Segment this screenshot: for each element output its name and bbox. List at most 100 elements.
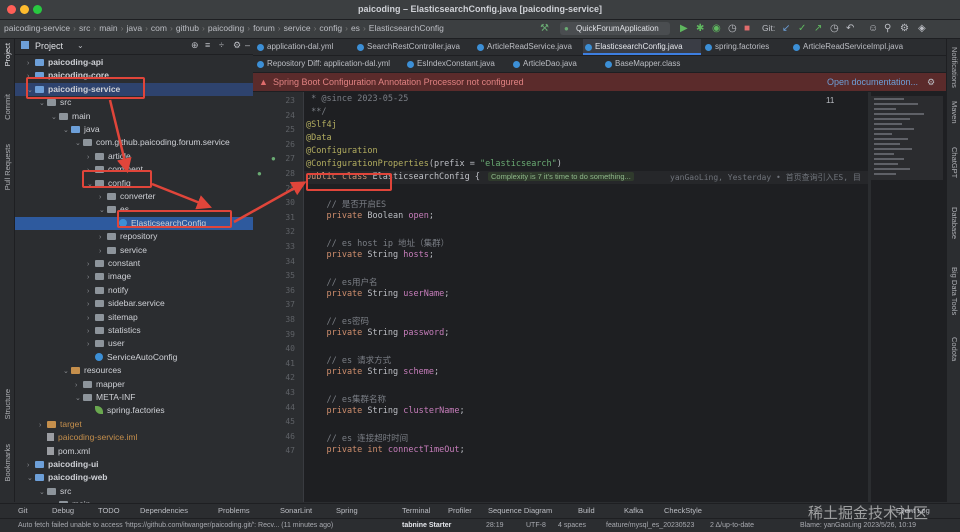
project-tool-tab[interactable]: Project <box>3 43 12 66</box>
locate-icon[interactable]: ⊕ <box>191 40 199 51</box>
tree-node[interactable]: › target <box>15 418 253 431</box>
code-line[interactable]: @ConfigurationProperties(prefix = "elast… <box>306 159 562 169</box>
run-icon[interactable]: ▶ <box>680 23 688 34</box>
tool-window-button[interactable]: Git <box>18 504 28 518</box>
tree-expand-arrow-icon[interactable]: › <box>99 245 107 258</box>
tree-node[interactable]: › image <box>15 270 253 283</box>
editor-tab[interactable]: ArticleReadServiceImpl.java <box>791 39 953 55</box>
banner-settings-icon[interactable]: ⚙ <box>927 73 935 91</box>
tree-node[interactable]: ⌄ main <box>15 110 253 123</box>
editor-tab[interactable]: ArticleReadService.java <box>475 39 593 55</box>
tree-node[interactable]: pom.xml <box>15 445 253 458</box>
tree-expand-arrow-icon[interactable]: ⌄ <box>99 204 107 217</box>
tree-node[interactable]: ServiceAutoConfig <box>15 351 253 364</box>
commit-tool-tab[interactable]: Commit <box>3 94 12 120</box>
tool-window-button[interactable]: Dependencies <box>140 504 188 518</box>
breadcrumb-item[interactable]: java <box>126 23 142 33</box>
tree-expand-arrow-icon[interactable]: › <box>27 57 35 70</box>
code-line[interactable]: // es 连接超时时间 <box>306 432 408 444</box>
inspection-count[interactable]: 11 <box>826 96 834 105</box>
pull-requests-tool-tab[interactable]: Pull Requests <box>3 144 12 190</box>
bookmarks-tool-tab[interactable]: Bookmarks <box>3 444 12 482</box>
tree-node[interactable]: ⌄ META-INF <box>15 391 253 404</box>
breadcrumb-item[interactable]: main <box>99 23 117 33</box>
code-line[interactable]: // 是否开启ES <box>306 198 386 210</box>
tool-window-button[interactable]: Kafka <box>624 504 643 518</box>
structure-tool-tab[interactable]: Structure <box>3 389 12 419</box>
editor-tab[interactable]: SearchRestController.java <box>355 39 485 55</box>
tree-expand-arrow-icon[interactable]: › <box>39 419 47 432</box>
collapse-icon[interactable]: ≡ <box>205 40 210 50</box>
tree-node[interactable]: › user <box>15 337 253 350</box>
code-line[interactable]: * @since 2023-05-25 <box>306 94 408 104</box>
git-commit-icon[interactable]: ✓ <box>798 23 806 34</box>
breadcrumb-item[interactable]: es <box>351 23 360 33</box>
expand-icon[interactable]: ÷ <box>219 40 224 50</box>
debug-icon[interactable]: ✱ <box>696 23 704 34</box>
code-line[interactable]: private String password; <box>306 328 449 338</box>
tree-expand-arrow-icon[interactable]: › <box>99 231 107 244</box>
code-line[interactable]: // es集群名称 <box>306 393 386 405</box>
tool-window-button[interactable]: CheckStyle <box>664 504 702 518</box>
code-line[interactable]: @Slf4j <box>306 120 337 130</box>
status-message[interactable]: Auto fetch failed unable to access 'http… <box>18 519 333 532</box>
tree-expand-arrow-icon[interactable]: ⌄ <box>63 365 71 378</box>
breadcrumb-item[interactable]: config <box>319 23 342 33</box>
caret-position[interactable]: 28:19 <box>486 519 504 532</box>
tree-expand-arrow-icon[interactable]: ⌄ <box>39 486 47 499</box>
editor-tab[interactable]: EsIndexConstant.java <box>405 56 521 72</box>
rollback-icon[interactable]: ↶ <box>846 23 854 34</box>
tree-node[interactable]: › mapper <box>15 378 253 391</box>
code-line[interactable]: private int connectTimeOut; <box>306 445 464 455</box>
tree-expand-arrow-icon[interactable]: ⌄ <box>39 97 47 110</box>
big-data-tools-tab[interactable]: Big Data Tools <box>950 267 959 315</box>
git-update-icon[interactable]: ↙ <box>782 23 790 34</box>
tree-node[interactable]: › repository <box>15 230 253 243</box>
tree-expand-arrow-icon[interactable]: ⌄ <box>75 392 83 405</box>
code-line[interactable]: // es host ip 地址（集群） <box>306 237 449 249</box>
tool-window-button[interactable]: Terminal <box>402 504 430 518</box>
codota-tool-tab[interactable]: Codota <box>950 337 959 361</box>
editor-tab[interactable]: BaseMapper.class <box>603 56 725 72</box>
tree-node[interactable]: › statistics <box>15 324 253 337</box>
search-everywhere-icon[interactable]: ⚲ <box>884 23 891 34</box>
tree-expand-arrow-icon[interactable]: ⌄ <box>27 472 35 485</box>
tree-node[interactable]: › paicoding-api <box>15 56 253 69</box>
open-documentation-link[interactable]: Open documentation... <box>827 73 918 91</box>
code-line[interactable]: private Boolean open; <box>306 211 434 221</box>
sync-status[interactable]: 2 Δ/up-to-date <box>710 519 754 532</box>
editor-tab[interactable]: ArticleDao.java <box>511 56 613 72</box>
tool-window-button[interactable]: Profiler <box>448 504 472 518</box>
git-push-icon[interactable]: ↗ <box>814 23 822 34</box>
editor-tab[interactable]: spring.factories <box>703 39 801 55</box>
breadcrumb-item[interactable]: paicoding <box>208 23 244 33</box>
tree-node[interactable]: › notify <box>15 284 253 297</box>
tree-expand-arrow-icon[interactable]: › <box>87 312 95 325</box>
coverage-icon[interactable]: ◉ <box>712 23 721 34</box>
complexity-inlay-hint[interactable]: Complexity is 7 it's time to do somethin… <box>488 171 634 181</box>
tree-expand-arrow-icon[interactable]: › <box>75 379 83 392</box>
tool-window-button[interactable]: SonarLint <box>280 504 312 518</box>
tool-window-button[interactable]: Sequence Diagram <box>488 504 552 518</box>
maven-tool-tab[interactable]: Maven <box>950 101 959 124</box>
tool-window-button[interactable]: TODO <box>98 504 120 518</box>
tree-node[interactable]: spring.factories <box>15 404 253 417</box>
breadcrumb-item[interactable]: service <box>284 23 311 33</box>
tree-expand-arrow-icon[interactable]: › <box>87 338 95 351</box>
breadcrumb-item[interactable]: forum <box>253 23 275 33</box>
code-line[interactable]: private String hosts; <box>306 250 434 260</box>
breadcrumb-item[interactable]: com <box>151 23 167 33</box>
tree-node[interactable]: › constant <box>15 257 253 270</box>
code-editor[interactable]: * @since 2023-05-25 **/ @Slf4j @Data @Confi… <box>304 92 868 502</box>
breadcrumb-item[interactable]: ElasticsearchConfig <box>369 23 444 33</box>
tree-node[interactable]: › sitemap <box>15 311 253 324</box>
code-line[interactable]: @Data <box>306 133 332 143</box>
chevron-down-icon[interactable]: ⌄ <box>77 41 84 50</box>
indent-status[interactable]: 4 spaces <box>558 519 586 532</box>
gear-icon[interactable]: ⚙ <box>233 40 241 51</box>
code-line[interactable]: // es 请求方式 <box>306 354 391 366</box>
tree-node[interactable]: ⌄ com.github.paicoding.forum.service <box>15 136 253 149</box>
code-line[interactable]: // es密码 <box>306 315 369 327</box>
tool-window-button[interactable]: Problems <box>218 504 250 518</box>
breadcrumb-item[interactable]: paicoding-service <box>4 23 70 33</box>
